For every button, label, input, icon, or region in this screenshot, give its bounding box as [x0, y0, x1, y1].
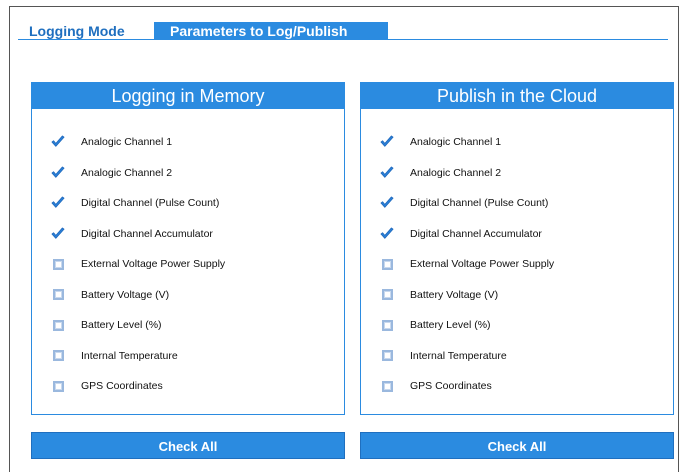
parameter-row[interactable]: External Voltage Power Supply [32, 254, 344, 272]
tab-logging-mode[interactable]: Logging Mode [18, 22, 156, 40]
checkbox-unchecked-icon[interactable] [380, 349, 394, 363]
tab-parameters-to-log-publish[interactable]: Parameters to Log/Publish [154, 22, 388, 40]
parameter-label: Digital Channel (Pulse Count) [410, 197, 549, 209]
parameter-row[interactable]: Analogic Channel 2 [361, 163, 673, 181]
parameter-row[interactable]: Digital Channel Accumulator [361, 224, 673, 242]
parameter-row[interactable]: Analogic Channel 2 [32, 163, 344, 181]
parameter-row[interactable]: Digital Channel Accumulator [32, 224, 344, 242]
checkbox-unchecked-icon[interactable] [380, 379, 394, 393]
checkbox-unchecked-icon[interactable] [51, 379, 65, 393]
parameter-label: Battery Voltage (V) [81, 288, 170, 301]
parameter-label: Digital Channel Accumulator [81, 227, 213, 240]
check-all-button-cloud[interactable]: Check All [360, 432, 674, 459]
parameter-row[interactable]: Internal Temperature [361, 346, 673, 364]
parameter-row[interactable]: Internal Temperature [32, 346, 344, 364]
parameter-label: External Voltage Power Supply [410, 258, 555, 270]
parameter-label: Analogic Channel 1 [410, 136, 502, 148]
checkbox-checked-icon[interactable] [51, 166, 65, 180]
parameter-row[interactable]: Battery Voltage (V) [361, 285, 673, 303]
parameter-label: Digital Channel (Pulse Count) [81, 197, 220, 209]
checkbox-unchecked-icon[interactable] [380, 257, 394, 271]
parameter-label: Battery Level (%) [410, 319, 491, 331]
logging-in-memory-panel: Logging in Memory Analogic Channel 1 Anal… [31, 82, 345, 415]
checkbox-checked-icon[interactable] [380, 135, 394, 149]
parameter-row[interactable]: Digital Channel (Pulse Count) [32, 193, 344, 211]
checkbox-checked-icon[interactable] [380, 166, 394, 180]
check-all-button-memory[interactable]: Check All [31, 432, 345, 459]
publish-in-cloud-panel: Publish in the Cloud Analogic Channel 1 A… [360, 82, 674, 415]
checkbox-unchecked-icon[interactable] [51, 349, 65, 363]
checkbox-unchecked-icon[interactable] [380, 288, 394, 302]
checkbox-checked-icon[interactable] [51, 196, 65, 210]
checkbox-unchecked-icon[interactable] [51, 318, 65, 332]
checkbox-unchecked-icon[interactable] [51, 257, 65, 271]
checkbox-checked-icon[interactable] [51, 135, 65, 149]
panel-title: Logging in Memory [32, 83, 344, 109]
checkbox-unchecked-icon[interactable] [51, 288, 65, 302]
parameter-row[interactable]: GPS Coordinates [361, 376, 673, 394]
tab-divider [18, 39, 668, 40]
parameter-label: Digital Channel Accumulator [410, 227, 542, 240]
parameter-row[interactable]: GPS Coordinates [32, 376, 344, 394]
checkbox-checked-icon[interactable] [51, 227, 65, 241]
parameter-label: GPS Coordinates [410, 380, 492, 392]
parameter-row[interactable]: Analogic Channel 1 [32, 132, 344, 150]
parameter-label: Internal Temperature [410, 349, 507, 362]
parameter-label: Analogic Channel 1 [81, 136, 173, 148]
parameter-label: Analogic Channel 2 [81, 166, 173, 179]
parameter-label: External Voltage Power Supply [81, 258, 226, 270]
panel-title: Publish in the Cloud [361, 83, 673, 109]
parameter-row[interactable]: External Voltage Power Supply [361, 254, 673, 272]
parameter-label: Battery Level (%) [81, 319, 162, 331]
checkbox-checked-icon[interactable] [380, 196, 394, 210]
parameter-row[interactable]: Digital Channel (Pulse Count) [361, 193, 673, 211]
parameter-row[interactable]: Battery Voltage (V) [32, 285, 344, 303]
checkbox-checked-icon[interactable] [380, 227, 394, 241]
parameter-label: Internal Temperature [81, 349, 178, 362]
parameter-row[interactable]: Battery Level (%) [32, 315, 344, 333]
parameter-row[interactable]: Battery Level (%) [361, 315, 673, 333]
parameter-label: Analogic Channel 2 [410, 166, 502, 179]
parameter-label: Battery Voltage (V) [410, 288, 499, 301]
parameter-label: GPS Coordinates [81, 380, 163, 392]
checkbox-unchecked-icon[interactable] [380, 318, 394, 332]
parameter-row[interactable]: Analogic Channel 1 [361, 132, 673, 150]
